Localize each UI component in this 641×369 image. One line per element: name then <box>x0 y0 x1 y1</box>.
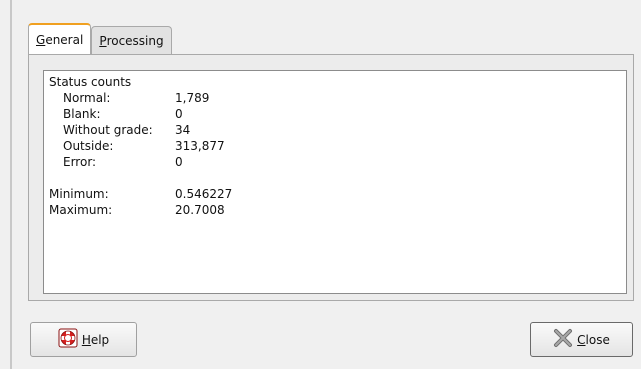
status-label: Blank: <box>63 107 101 121</box>
status-label: Outside: <box>63 139 114 153</box>
close-button[interactable]: Close <box>530 322 633 357</box>
stat-value: 20.7008 <box>175 203 225 217</box>
close-button-label: lose <box>585 332 610 347</box>
tab-general-mnemonic: G <box>36 32 46 47</box>
status-value: 313,877 <box>175 139 225 153</box>
tab-processing[interactable]: Processing <box>91 26 172 54</box>
status-row-outside: Outside: 313,877 <box>49 138 621 154</box>
stat-label: Maximum: <box>49 203 113 217</box>
tab-processing-label: rocessing <box>106 33 164 48</box>
tab-general-label: eneral <box>45 32 84 47</box>
status-label: Normal: <box>63 91 111 105</box>
status-row-normal: Normal: 1,789 <box>49 90 621 106</box>
tab-general[interactable]: General <box>28 23 92 54</box>
help-button-mnemonic: H <box>81 332 91 347</box>
help-button-label: elp <box>90 332 110 347</box>
tab-processing-mnemonic: P <box>99 33 107 48</box>
stat-value: 0.546227 <box>175 187 233 201</box>
general-tab-panel: Status counts Normal: 1,789 Blank: 0 Wit… <box>28 54 634 301</box>
close-x-icon <box>553 328 577 351</box>
tab-bar: General Processing <box>28 23 172 54</box>
dialog: General Processing Status counts Normal:… <box>12 0 641 369</box>
status-row-without-grade: Without grade: 34 <box>49 122 621 138</box>
status-row-error: Error: 0 <box>49 154 621 170</box>
stat-row-minimum: Minimum: 0.546227 <box>49 186 621 202</box>
status-value: 0 <box>175 107 183 121</box>
stat-label: Minimum: <box>49 187 109 201</box>
status-value: 34 <box>175 123 191 137</box>
status-label: Error: <box>63 155 97 169</box>
status-row-blank: Blank: 0 <box>49 106 621 122</box>
statistics-text-box: Status counts Normal: 1,789 Blank: 0 Wit… <box>43 70 627 294</box>
help-button[interactable]: Help <box>30 322 137 357</box>
status-value: 0 <box>175 155 183 169</box>
close-button-mnemonic: C <box>577 332 586 347</box>
stat-row-maximum: Maximum: 20.7008 <box>49 202 621 218</box>
status-label: Without grade: <box>63 123 153 137</box>
status-counts-heading: Status counts <box>49 75 132 89</box>
status-value: 1,789 <box>175 91 210 105</box>
lifebuoy-icon <box>58 328 82 351</box>
status-counts-heading-row: Status counts <box>49 74 621 90</box>
